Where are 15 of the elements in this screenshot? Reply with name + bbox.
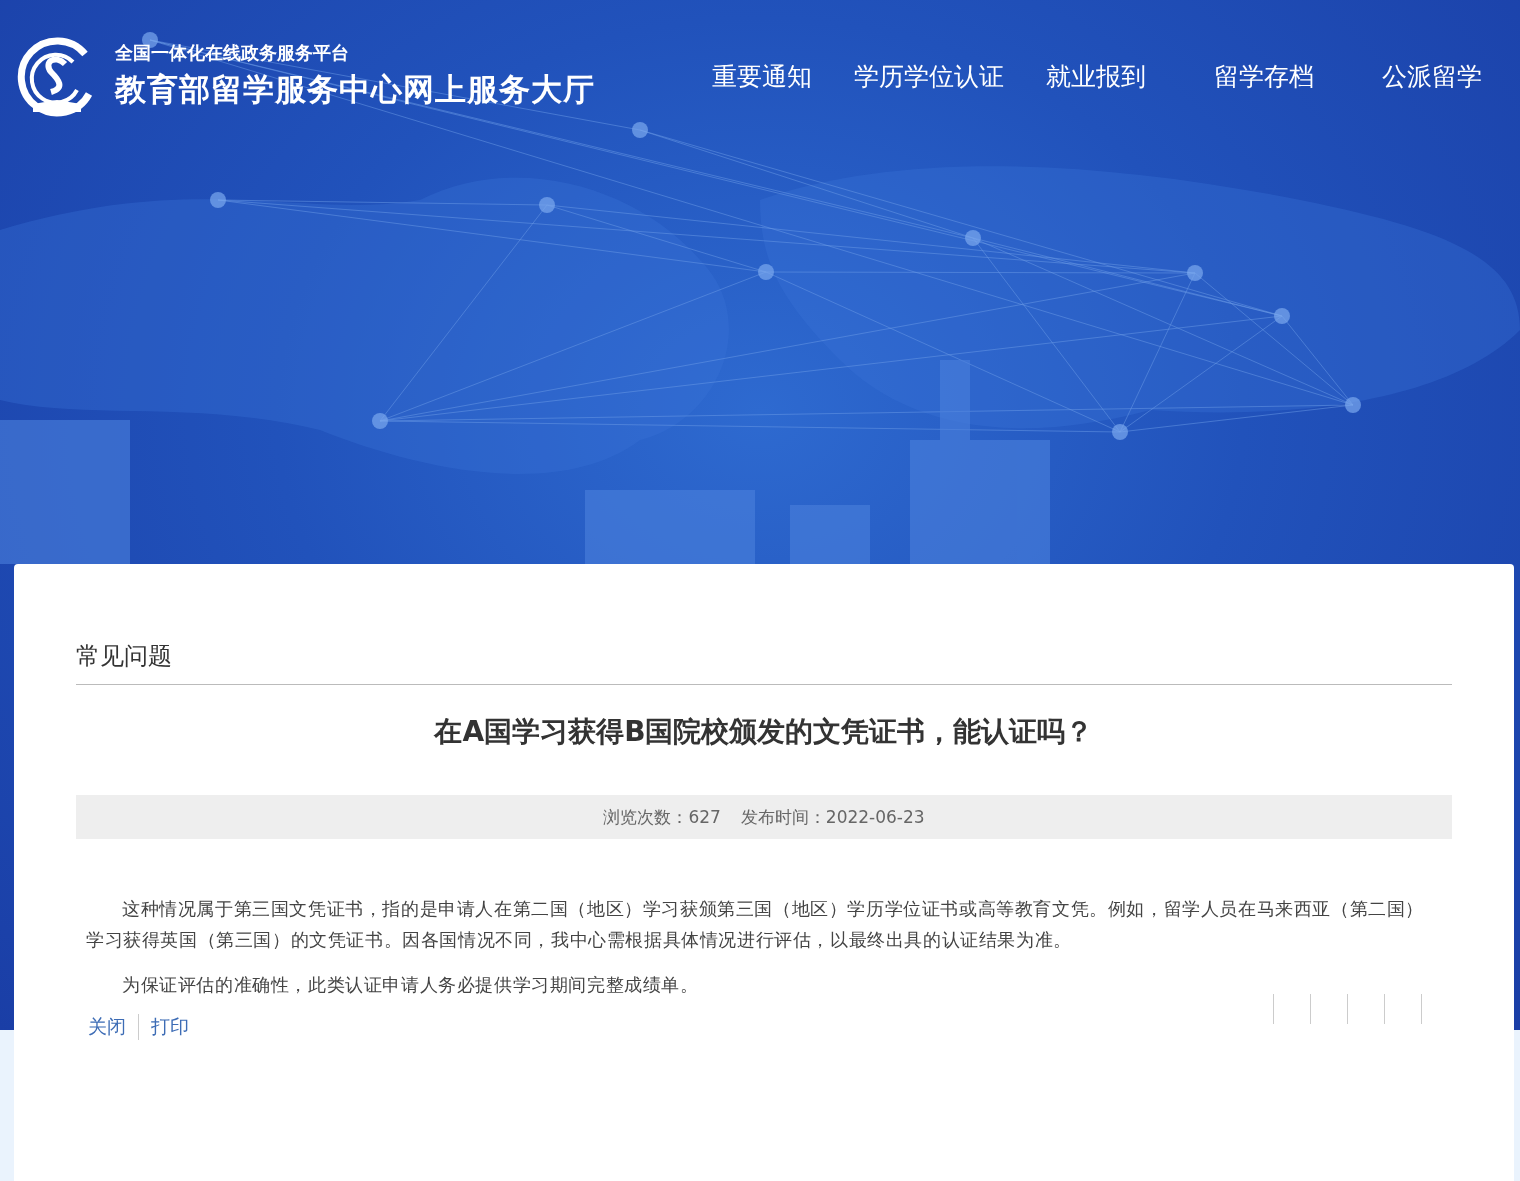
section-title: 常见问题 (76, 640, 1452, 685)
article-paragraph: 这种情况属于第三国文凭证书，指的是申请人在第二国（地区）学习获颁第三国（地区）学历学位证书或高等教育文凭。例如，留学人员在马来西亚（第二国）学习获得英国（第三国）的文凭证书。因各国情况不同，我中心需根据具体情况进行评估，以最终出具的认证结果为准。 (86, 897, 1425, 952)
site-title: 教育部留学服务中心网上服务大厅 (115, 70, 595, 109)
action-link[interactable]: 关闭 (88, 1014, 138, 1040)
nav-link[interactable]: 重要通知 (712, 59, 812, 93)
nav-link[interactable]: 公派留学 (1382, 59, 1482, 93)
nav-link[interactable]: 学历学位认证 (854, 59, 1004, 93)
action-link[interactable]: 打印 (138, 1014, 201, 1040)
view-count: 浏览次数：627 (603, 805, 721, 829)
platform-subtitle: 全国一体化在线政务服务平台 (115, 41, 350, 65)
nav-link[interactable]: 留学存档 (1214, 59, 1314, 93)
nav-link[interactable]: 就业报到 (1046, 59, 1146, 93)
publish-date: 发布时间：2022-06-23 (740, 805, 925, 829)
article-paragraph: 为保证评估的准确性，此类认证申请人务必提供学习期间完整成绩单。 (121, 973, 700, 997)
article-title: 在A国学习获得B国院校颁发的文凭证书，能认证吗？ (432, 714, 1095, 750)
